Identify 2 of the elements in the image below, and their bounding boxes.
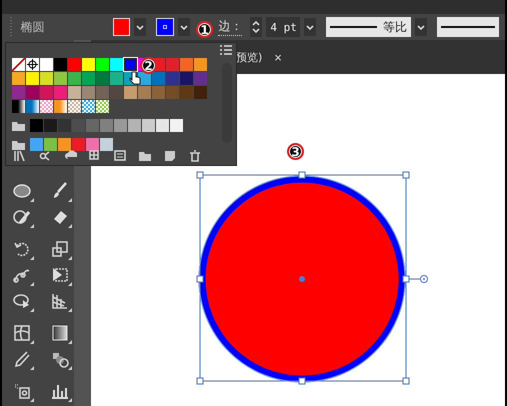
profile-label: 等比 — [382, 18, 407, 36]
tool-name: 椭圆 — [19, 18, 46, 36]
